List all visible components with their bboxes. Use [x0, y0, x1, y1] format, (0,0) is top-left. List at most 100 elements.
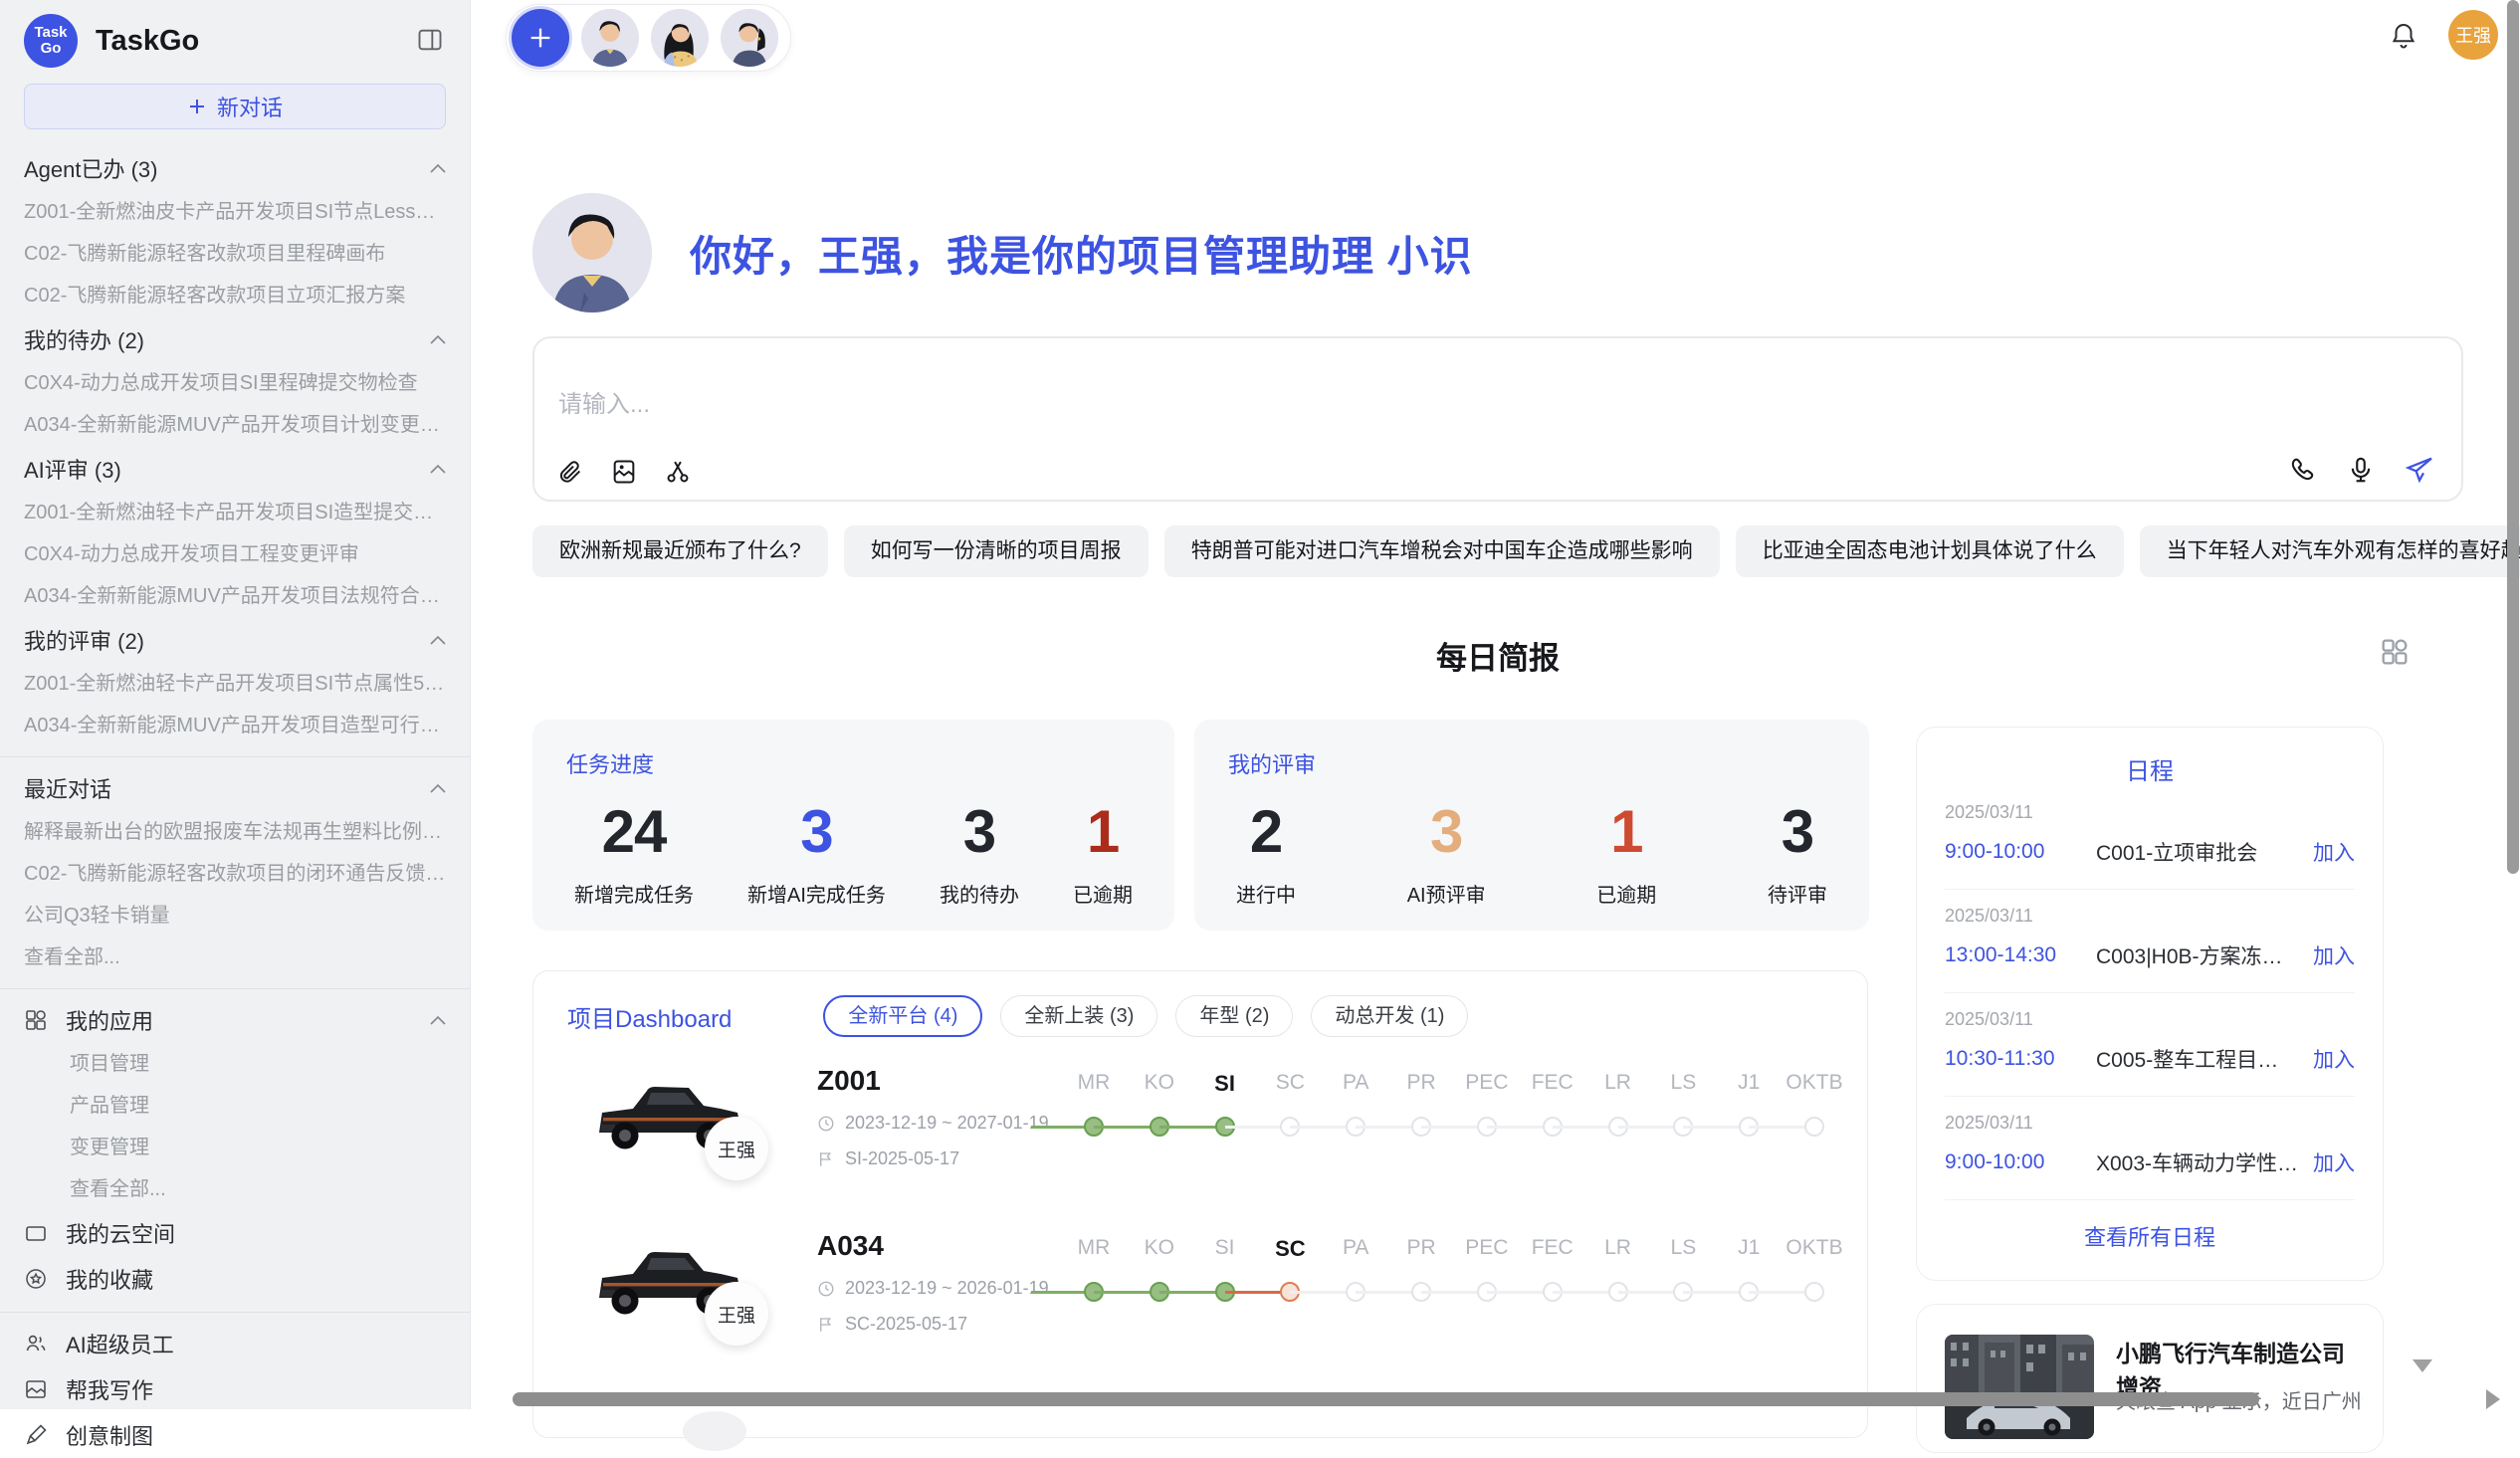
milestone-label: FEC: [1520, 1236, 1585, 1262]
milestone-cell: [1388, 1109, 1454, 1148]
chevron-up-icon: [430, 1015, 446, 1025]
section-ai-review[interactable]: AI评审 (3): [24, 446, 446, 492]
chevron-up-icon: [430, 464, 446, 474]
news-card[interactable]: 小鹏飞行汽车制造公司增资 天眼查 App 显示，近日广州汇天飞行汽...: [1916, 1304, 2384, 1453]
sidebar-item-cloud-space[interactable]: 我的云空间: [24, 1210, 446, 1256]
milestone-timeline: MRKOSISCPAPRPECFECLRLSJ1OKTB: [1061, 1236, 1847, 1314]
milestone-label: PA: [1323, 1236, 1388, 1262]
schedule-time: 13:00-14:30: [1945, 943, 2072, 967]
section-my-review[interactable]: 我的评审 (2): [24, 617, 446, 663]
tab-powertrain-dev[interactable]: 动总开发 (1): [1311, 995, 1468, 1037]
new-chat-button[interactable]: 新对话: [24, 84, 446, 129]
milestone-label: LR: [1585, 1236, 1651, 1262]
app-title: TaskGo: [96, 25, 199, 58]
session-avatar-1[interactable]: [581, 9, 639, 67]
sidebar-item-ai-staff[interactable]: AI超级员工: [24, 1321, 446, 1366]
sidebar-item[interactable]: C02-飞腾新能源轻客改款项目的闭环通告反馈情况: [24, 853, 446, 895]
user-avatar[interactable]: 王强: [2448, 10, 2498, 60]
milestone-cell: [1323, 1274, 1388, 1314]
sidebar-item[interactable]: C02-飞腾新能源轻客改款项目立项汇报方案: [24, 275, 446, 316]
sidebar-item[interactable]: Z001-全新燃油轻卡产品开发项目SI造型提交物评审: [24, 492, 446, 533]
scroll-right-arrow[interactable]: [2486, 1389, 2500, 1409]
sidebar-item-view-all[interactable]: 查看全部...: [24, 937, 446, 978]
plus-icon: [187, 97, 207, 116]
chat-input-box: [532, 336, 2463, 502]
join-link[interactable]: 加入: [2313, 940, 2355, 970]
dashboard-title: 项目Dashboard: [567, 999, 732, 1034]
sidebar-item-label: 我的云空间: [66, 1217, 175, 1249]
section-recent-chats[interactable]: 最近对话: [24, 765, 446, 811]
suggestion-chip[interactable]: 比亚迪全固态电池计划具体说了什么: [1736, 525, 2124, 577]
section-my-todo[interactable]: 我的待办 (2): [24, 316, 446, 362]
tab-new-upfit[interactable]: 全新上装 (3): [1000, 995, 1157, 1037]
divider: [0, 988, 470, 989]
horizontal-scrollbar[interactable]: [513, 1392, 2259, 1406]
greeting-text: 你好，王强，我是你的项目管理助理 小识: [690, 223, 1473, 284]
stat: 3我的待办: [940, 799, 1019, 908]
collapse-sidebar-icon[interactable]: [416, 26, 444, 54]
notification-bell-icon[interactable]: [2389, 20, 2418, 50]
project-row[interactable]: 王强 A034 2023-12-19 ~ 2026-01-19 SC-2025-…: [533, 1220, 1867, 1377]
sidebar-item[interactable]: A034-全新新能源MUV产品开发项目法规符合性评审: [24, 575, 446, 617]
sidebar-item[interactable]: C02-飞腾新能源轻客改款项目里程碑画布: [24, 233, 446, 275]
stat: 3AI预评审: [1407, 799, 1486, 908]
join-link[interactable]: 加入: [2313, 1147, 2355, 1177]
sidebar-item[interactable]: 解释最新出台的欧盟报废车法规再生塑料比例被调至15%...: [24, 811, 446, 853]
vertical-scrollbar[interactable]: [2507, 0, 2519, 874]
chat-input[interactable]: [556, 390, 1751, 420]
sidebar-item-write-helper[interactable]: 帮我写作: [24, 1366, 446, 1412]
sidebar-item-product-mgmt[interactable]: 产品管理: [24, 1085, 446, 1127]
sidebar-item-view-all-apps[interactable]: 查看全部...: [24, 1168, 446, 1210]
layout-grid-icon[interactable]: [2378, 635, 2412, 669]
sidebar-item-project-mgmt[interactable]: 项目管理: [24, 1043, 446, 1085]
stat: 3待评审: [1768, 799, 1827, 908]
paperclip-icon[interactable]: [556, 458, 584, 486]
join-link[interactable]: 加入: [2313, 837, 2355, 867]
phone-call-icon[interactable]: [2288, 455, 2318, 485]
my-review-card: 我的评审 2进行中 3AI预评审 1已逾期 3待评审: [1194, 720, 1869, 931]
session-avatar-3[interactable]: [721, 9, 778, 67]
send-icon[interactable]: [2404, 454, 2435, 486]
sidebar-item[interactable]: Z001-全新燃油皮卡产品开发项目SI节点Lesson Learn报告: [24, 191, 446, 233]
sidebar-item[interactable]: A034-全新新能源MUV产品开发项目造型可行性评审: [24, 705, 446, 746]
sidebar-item-my-apps[interactable]: 我的应用: [24, 997, 446, 1043]
session-avatar-2[interactable]: [651, 9, 709, 67]
milestone-dots: [1061, 1109, 1847, 1148]
milestone-label: SI: [1192, 1236, 1258, 1262]
sidebar-item[interactable]: C0X4-动力总成开发项目SI里程碑提交物检查: [24, 362, 446, 404]
stat-value: 3: [1768, 799, 1827, 865]
tab-all-new-platform[interactable]: 全新平台 (4): [823, 995, 982, 1037]
sidebar-item[interactable]: Z001-全新燃油轻卡产品开发项目SI节点属性5D文件评审: [24, 663, 446, 705]
scroll-down-arrow[interactable]: [2413, 1359, 2432, 1372]
dashboard-header: 项目Dashboard 全新平台 (4) 全新上装 (3) 年型 (2) 动总开…: [533, 971, 1867, 1047]
milestone-cell: [1127, 1109, 1192, 1148]
suggestion-chip[interactable]: 如何写一份清晰的项目周报: [844, 525, 1149, 577]
suggestion-chip[interactable]: 特朗普可能对进口汽车增税会对中国车企造成哪些影响: [1164, 525, 1720, 577]
sidebar-item-change-mgmt[interactable]: 变更管理: [24, 1127, 446, 1168]
section-agent-done[interactable]: Agent已办 (3): [24, 145, 446, 191]
sidebar-item[interactable]: 公司Q3轻卡销量: [24, 895, 446, 937]
star-badge-icon: [24, 1267, 48, 1291]
chevron-up-icon: [430, 334, 446, 344]
milestone-cell: [1716, 1109, 1782, 1148]
milestone-label: PEC: [1454, 1071, 1520, 1097]
milestone-cell: [1782, 1274, 1847, 1314]
suggestion-chip[interactable]: 欧洲新规最近颁布了什么?: [532, 525, 828, 577]
suggestion-chip[interactable]: 当下年轻人对汽车外观有怎样的喜好趋势: [2140, 525, 2520, 577]
add-session-button[interactable]: [512, 9, 569, 67]
sidebar-item-creative-draw[interactable]: 创意制图: [24, 1412, 446, 1458]
view-all-schedule-link[interactable]: 查看所有日程: [1917, 1220, 2383, 1252]
sidebar-item[interactable]: A034-全新新能源MUV产品开发项目计划变更表编写: [24, 404, 446, 446]
microphone-icon[interactable]: [2346, 455, 2376, 485]
project-row[interactable]: 王强 Z001 2023-12-19 ~ 2027-01-19 SI-2025-…: [533, 1055, 1867, 1212]
tab-model-year[interactable]: 年型 (2): [1175, 995, 1293, 1037]
scissors-icon[interactable]: [664, 458, 692, 486]
milestone-cell: [1061, 1109, 1127, 1148]
project-name: A034: [817, 1230, 884, 1262]
image-upload-icon[interactable]: [610, 458, 638, 486]
section-title: Agent已办 (3): [24, 152, 158, 184]
sidebar-item-favorites[interactable]: 我的收藏: [24, 1256, 446, 1302]
join-link[interactable]: 加入: [2313, 1044, 2355, 1074]
milestone-label: MR: [1061, 1071, 1127, 1097]
sidebar-item[interactable]: C0X4-动力总成开发项目工程变更评审: [24, 533, 446, 575]
